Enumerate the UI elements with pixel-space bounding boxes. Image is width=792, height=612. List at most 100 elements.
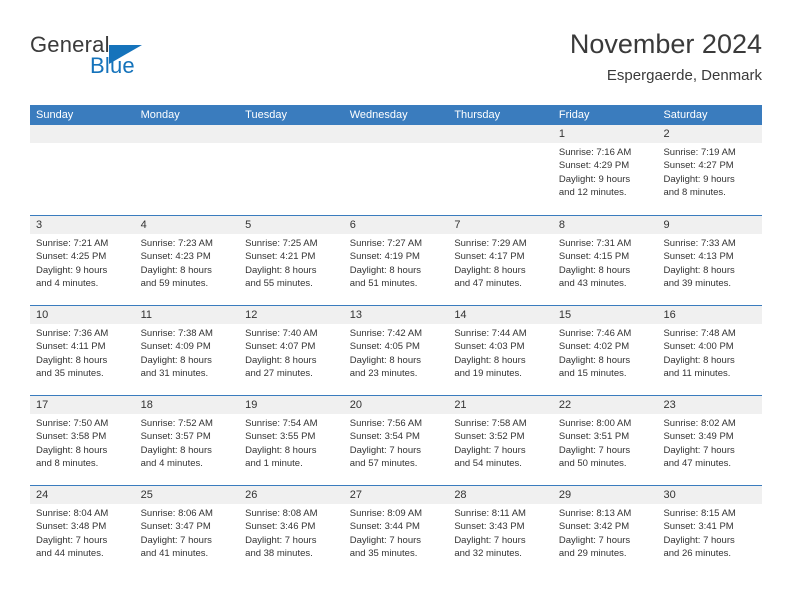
sunrise-text: Sunrise: 7:19 AM <box>663 147 736 158</box>
daylight-text-line1: Daylight: 8 hours <box>245 354 317 366</box>
day-details: Sunrise: 8:04 AM Sunset: 3:48 PM Dayligh… <box>30 504 135 561</box>
day-number: 11 <box>134 306 240 324</box>
day-cell[interactable]: 23 Sunrise: 8:02 AM Sunset: 3:49 PM Dayl… <box>657 396 763 485</box>
sunset-text: Sunset: 4:23 PM <box>140 251 211 263</box>
weekday-header-thursday: Thursday <box>454 109 501 121</box>
day-cell[interactable]: 11 Sunrise: 7:38 AM Sunset: 4:09 PM Dayl… <box>134 306 240 395</box>
day-cell <box>30 125 135 215</box>
daylight-text-line2: and 32 minutes. <box>454 548 522 560</box>
day-number: 12 <box>239 306 344 324</box>
day-number: 27 <box>343 486 449 504</box>
day-details: Sunrise: 8:02 AM Sunset: 3:49 PM Dayligh… <box>657 414 762 471</box>
day-cell[interactable]: 16 Sunrise: 7:48 AM Sunset: 4:00 PM Dayl… <box>657 306 763 395</box>
day-cell[interactable]: 24 Sunrise: 8:04 AM Sunset: 3:48 PM Dayl… <box>30 486 135 575</box>
day-cell[interactable]: 12 Sunrise: 7:40 AM Sunset: 4:07 PM Dayl… <box>239 306 344 395</box>
daylight-text-line1: Daylight: 8 hours <box>140 354 212 366</box>
day-number: 9 <box>657 216 763 234</box>
daylight-text-line2: and 15 minutes. <box>558 368 627 380</box>
sunrise-text: Sunrise: 8:00 AM <box>558 418 632 429</box>
day-cell[interactable]: 14 Sunrise: 7:44 AM Sunset: 4:03 PM Dayl… <box>448 306 553 395</box>
day-cell[interactable]: 8 Sunrise: 7:31 AM Sunset: 4:15 PM Dayli… <box>552 216 658 305</box>
day-number: 5 <box>239 216 344 234</box>
sunrise-text: Sunrise: 7:23 AM <box>140 238 213 249</box>
day-details: Sunrise: 7:25 AM Sunset: 4:21 PM Dayligh… <box>239 234 344 291</box>
day-cell[interactable]: 26 Sunrise: 8:08 AM Sunset: 3:46 PM Dayl… <box>239 486 344 575</box>
daylight-text-line2: and 27 minutes. <box>245 368 313 380</box>
day-details: Sunrise: 7:40 AM Sunset: 4:07 PM Dayligh… <box>239 324 344 381</box>
day-number: 24 <box>30 486 135 504</box>
day-details: Sunrise: 7:16 AM Sunset: 4:29 PM Dayligh… <box>553 143 658 200</box>
daylight-text-line1: Daylight: 8 hours <box>140 444 212 456</box>
day-number: 28 <box>448 486 553 504</box>
daylight-text-line1: Daylight: 8 hours <box>454 354 526 366</box>
day-cell[interactable]: 15 Sunrise: 7:46 AM Sunset: 4:02 PM Dayl… <box>552 306 658 395</box>
day-details <box>30 143 135 146</box>
daylight-text-line1: Daylight: 8 hours <box>36 354 108 366</box>
week-row: 10 Sunrise: 7:36 AM Sunset: 4:11 PM Dayl… <box>30 305 763 395</box>
daylight-text-line2: and 26 minutes. <box>663 548 732 560</box>
sunset-text: Sunset: 4:09 PM <box>140 341 211 353</box>
sunset-text: Sunset: 3:51 PM <box>558 431 630 443</box>
day-cell[interactable]: 2 Sunrise: 7:19 AM Sunset: 4:27 PM Dayli… <box>657 125 763 215</box>
sunrise-text: Sunrise: 8:02 AM <box>663 418 736 429</box>
day-number: 26 <box>239 486 344 504</box>
sunrise-text: Sunrise: 7:38 AM <box>140 328 213 339</box>
day-details <box>448 143 553 146</box>
day-cell[interactable]: 5 Sunrise: 7:25 AM Sunset: 4:21 PM Dayli… <box>239 216 344 305</box>
daylight-text-line1: Daylight: 7 hours <box>140 534 212 546</box>
day-details: Sunrise: 7:33 AM Sunset: 4:13 PM Dayligh… <box>657 234 762 291</box>
daylight-text-line2: and 39 minutes. <box>663 278 732 290</box>
daylight-text-line1: Daylight: 7 hours <box>245 534 317 546</box>
day-cell[interactable]: 21 Sunrise: 7:58 AM Sunset: 3:52 PM Dayl… <box>448 396 553 485</box>
day-cell[interactable]: 9 Sunrise: 7:33 AM Sunset: 4:13 PM Dayli… <box>657 216 763 305</box>
sunset-text: Sunset: 3:48 PM <box>36 521 107 533</box>
day-cell[interactable]: 13 Sunrise: 7:42 AM Sunset: 4:05 PM Dayl… <box>343 306 449 395</box>
day-number: 16 <box>657 306 763 324</box>
day-cell[interactable]: 17 Sunrise: 7:50 AM Sunset: 3:58 PM Dayl… <box>30 396 135 485</box>
day-cell[interactable]: 10 Sunrise: 7:36 AM Sunset: 4:11 PM Dayl… <box>30 306 135 395</box>
day-cell[interactable]: 27 Sunrise: 8:09 AM Sunset: 3:44 PM Dayl… <box>343 486 449 575</box>
daylight-text-line2: and 47 minutes. <box>454 278 522 290</box>
weekday-header-saturday: Saturday <box>663 109 708 121</box>
daylight-text-line1: Daylight: 8 hours <box>140 264 212 276</box>
day-cell[interactable]: 28 Sunrise: 8:11 AM Sunset: 3:43 PM Dayl… <box>448 486 553 575</box>
sunrise-text: Sunrise: 7:25 AM <box>245 238 318 249</box>
sunset-text: Sunset: 3:58 PM <box>36 431 107 443</box>
day-details: Sunrise: 7:36 AM Sunset: 4:11 PM Dayligh… <box>30 324 135 381</box>
day-number: 22 <box>552 396 658 414</box>
day-cell[interactable]: 6 Sunrise: 7:27 AM Sunset: 4:19 PM Dayli… <box>343 216 449 305</box>
sunset-text: Sunset: 4:29 PM <box>558 160 630 172</box>
day-cell[interactable]: 29 Sunrise: 8:13 AM Sunset: 3:42 PM Dayl… <box>552 486 658 575</box>
day-cell[interactable]: 22 Sunrise: 8:00 AM Sunset: 3:51 PM Dayl… <box>552 396 658 485</box>
day-number <box>343 125 449 143</box>
day-cell[interactable]: 20 Sunrise: 7:56 AM Sunset: 3:54 PM Dayl… <box>343 396 449 485</box>
day-details: Sunrise: 7:27 AM Sunset: 4:19 PM Dayligh… <box>344 234 449 291</box>
day-cell[interactable]: 30 Sunrise: 8:15 AM Sunset: 3:41 PM Dayl… <box>657 486 763 575</box>
daylight-text-line2: and 38 minutes. <box>245 548 313 560</box>
day-cell[interactable]: 1 Sunrise: 7:16 AM Sunset: 4:29 PM Dayli… <box>552 125 658 215</box>
day-number: 10 <box>30 306 135 324</box>
weekday-header-friday: Friday <box>558 109 590 121</box>
sunrise-text: Sunrise: 7:33 AM <box>663 238 736 249</box>
day-cell[interactable]: 7 Sunrise: 7:29 AM Sunset: 4:17 PM Dayli… <box>448 216 553 305</box>
daylight-text-line2: and 41 minutes. <box>140 548 209 560</box>
day-number: 20 <box>343 396 449 414</box>
day-cell[interactable]: 18 Sunrise: 7:52 AM Sunset: 3:57 PM Dayl… <box>134 396 240 485</box>
day-details: Sunrise: 8:06 AM Sunset: 3:47 PM Dayligh… <box>135 504 240 561</box>
day-cell[interactable]: 19 Sunrise: 7:54 AM Sunset: 3:55 PM Dayl… <box>239 396 344 485</box>
daylight-text-line2: and 4 minutes. <box>36 278 99 290</box>
day-cell[interactable]: 4 Sunrise: 7:23 AM Sunset: 4:23 PM Dayli… <box>134 216 240 305</box>
daylight-text-line2: and 31 minutes. <box>140 368 209 380</box>
general-blue-logo[interactable]: General Blue <box>30 32 290 88</box>
sunset-text: Sunset: 4:27 PM <box>663 160 734 172</box>
day-cell[interactable]: 25 Sunrise: 8:06 AM Sunset: 3:47 PM Dayl… <box>134 486 240 575</box>
day-cell[interactable]: 3 Sunrise: 7:21 AM Sunset: 4:25 PM Dayli… <box>30 216 135 305</box>
day-details: Sunrise: 7:46 AM Sunset: 4:02 PM Dayligh… <box>553 324 658 381</box>
daylight-text-line1: Daylight: 8 hours <box>454 264 526 276</box>
daylight-text-line1: Daylight: 7 hours <box>558 534 631 546</box>
sunset-text: Sunset: 4:19 PM <box>349 251 420 263</box>
sunrise-text: Sunrise: 7:42 AM <box>349 328 423 339</box>
daylight-text-line2: and 44 minutes. <box>36 548 104 560</box>
daylight-text-line1: Daylight: 7 hours <box>36 534 108 546</box>
sunset-text: Sunset: 3:49 PM <box>663 431 734 443</box>
